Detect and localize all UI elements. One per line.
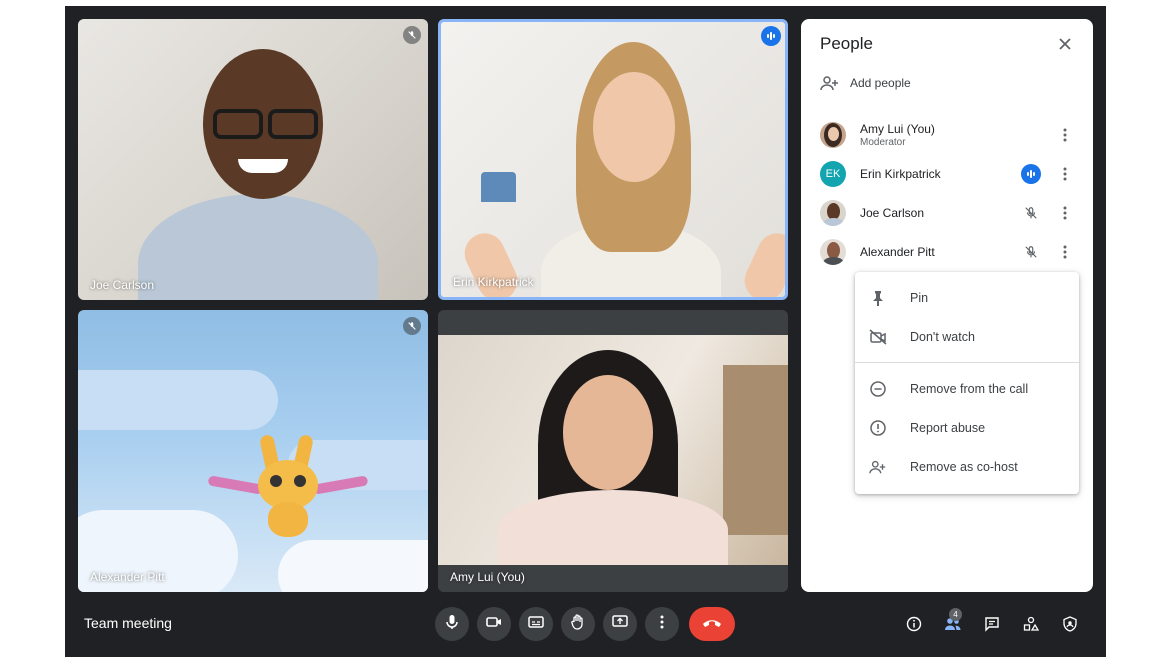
person-add-icon bbox=[868, 457, 888, 477]
menu-item-remove-co-host[interactable]: Remove as co-host bbox=[855, 450, 1079, 484]
activities-icon[interactable] bbox=[1021, 614, 1041, 634]
mic-button[interactable] bbox=[435, 607, 469, 641]
more-vert-icon bbox=[660, 615, 664, 634]
lamp-shade bbox=[481, 172, 516, 202]
video-tile-amy-lui[interactable]: Amy Lui (You) bbox=[438, 310, 788, 592]
captions-button[interactable] bbox=[519, 607, 553, 641]
speaking-indicator-icon bbox=[1021, 164, 1041, 184]
chat-icon[interactable] bbox=[982, 614, 1002, 634]
more-vert-icon[interactable] bbox=[1055, 203, 1075, 223]
people-icon[interactable]: 4 bbox=[943, 608, 963, 634]
menu-item-label: Pin bbox=[910, 291, 929, 305]
add-people-label: Add people bbox=[850, 76, 911, 90]
report-icon bbox=[868, 418, 888, 438]
more-vert-icon[interactable] bbox=[1055, 164, 1075, 184]
menu-item-label: Remove as co-host bbox=[910, 460, 1018, 474]
cloud bbox=[78, 370, 278, 430]
menu-item-label: Don't watch bbox=[910, 330, 975, 344]
avatar-character bbox=[207, 430, 369, 540]
avatar bbox=[820, 200, 846, 226]
menu-divider bbox=[855, 362, 1079, 363]
avatar bbox=[820, 239, 846, 265]
raise-hand-button[interactable] bbox=[561, 607, 595, 641]
cloud bbox=[278, 540, 428, 592]
host-controls-icon[interactable] bbox=[1060, 614, 1080, 634]
close-icon[interactable] bbox=[1054, 33, 1076, 55]
tile-participant-name: Alexander Pitt bbox=[90, 570, 165, 584]
video-tile-erin-kirkpatrick[interactable]: Erin Kirkpatrick bbox=[438, 19, 788, 300]
participant-row-alexander-pitt[interactable]: Alexander Pitt bbox=[820, 237, 1080, 267]
end-call-icon bbox=[702, 615, 722, 633]
tile-participant-name: Joe Carlson bbox=[90, 278, 155, 292]
camera-icon bbox=[486, 615, 502, 633]
mic-off-icon bbox=[403, 317, 421, 335]
person-add-icon bbox=[820, 76, 838, 91]
window bbox=[723, 365, 788, 535]
remove-circle-icon bbox=[868, 379, 888, 399]
self-view-video bbox=[438, 335, 788, 570]
mic-off-icon bbox=[1021, 203, 1041, 223]
participant-row-erin-kirkpatrick[interactable]: EK Erin Kirkpatrick bbox=[820, 159, 1080, 189]
add-people-button[interactable]: Add people bbox=[820, 75, 911, 91]
present-icon bbox=[612, 614, 628, 634]
menu-item-report-abuse[interactable]: Report abuse bbox=[855, 411, 1079, 445]
video-tile-alexander-pitt[interactable]: Alexander Pitt bbox=[78, 310, 428, 592]
more-options-button[interactable] bbox=[645, 607, 679, 641]
participant-context-menu: Pin Don't watch Remove from the call Rep… bbox=[855, 272, 1079, 494]
mic-off-icon bbox=[403, 26, 421, 44]
participant-video bbox=[138, 39, 378, 300]
avatar bbox=[820, 122, 846, 148]
menu-item-pin[interactable]: Pin bbox=[855, 281, 1079, 315]
participant-name: Erin Kirkpatrick bbox=[860, 167, 941, 181]
tile-participant-name: Erin Kirkpatrick bbox=[453, 275, 534, 289]
panel-title: People bbox=[820, 34, 873, 53]
participant-row-joe-carlson[interactable]: Joe Carlson bbox=[820, 198, 1080, 228]
participant-name: Amy Lui (You) bbox=[860, 122, 935, 136]
participant-row-amy-lui[interactable]: Amy Lui (You) Moderator bbox=[820, 120, 1080, 150]
menu-item-label: Remove from the call bbox=[910, 382, 1029, 396]
meeting-title: Team meeting bbox=[84, 615, 172, 631]
participant-role: Moderator bbox=[860, 137, 906, 148]
video-tile-joe-carlson[interactable]: Joe Carlson bbox=[78, 19, 428, 300]
avatar: EK bbox=[820, 161, 846, 187]
end-call-button[interactable] bbox=[689, 607, 735, 641]
participant-name: Alexander Pitt bbox=[860, 245, 935, 259]
mic-off-icon bbox=[1021, 242, 1041, 262]
menu-item-dont-watch[interactable]: Don't watch bbox=[855, 320, 1079, 354]
menu-item-remove-from-call[interactable]: Remove from the call bbox=[855, 372, 1079, 406]
meeting-window: Joe Carlson Erin Kirkpatrick Alexander P… bbox=[65, 6, 1106, 657]
present-button[interactable] bbox=[603, 607, 637, 641]
pin-icon bbox=[868, 288, 888, 308]
participant-video bbox=[458, 42, 785, 297]
participant-name: Joe Carlson bbox=[860, 206, 925, 220]
info-icon[interactable] bbox=[904, 614, 924, 634]
menu-item-label: Report abuse bbox=[910, 421, 986, 435]
tile-participant-name: Amy Lui (You) bbox=[450, 570, 525, 584]
speaking-indicator-icon bbox=[761, 26, 781, 46]
video-off-icon bbox=[868, 327, 888, 347]
raise-hand-icon bbox=[571, 613, 585, 635]
captions-icon bbox=[528, 615, 544, 633]
people-count-badge: 4 bbox=[949, 608, 962, 621]
camera-button[interactable] bbox=[477, 607, 511, 641]
more-vert-icon[interactable] bbox=[1055, 125, 1075, 145]
more-vert-icon[interactable] bbox=[1055, 242, 1075, 262]
mic-icon bbox=[445, 614, 459, 635]
